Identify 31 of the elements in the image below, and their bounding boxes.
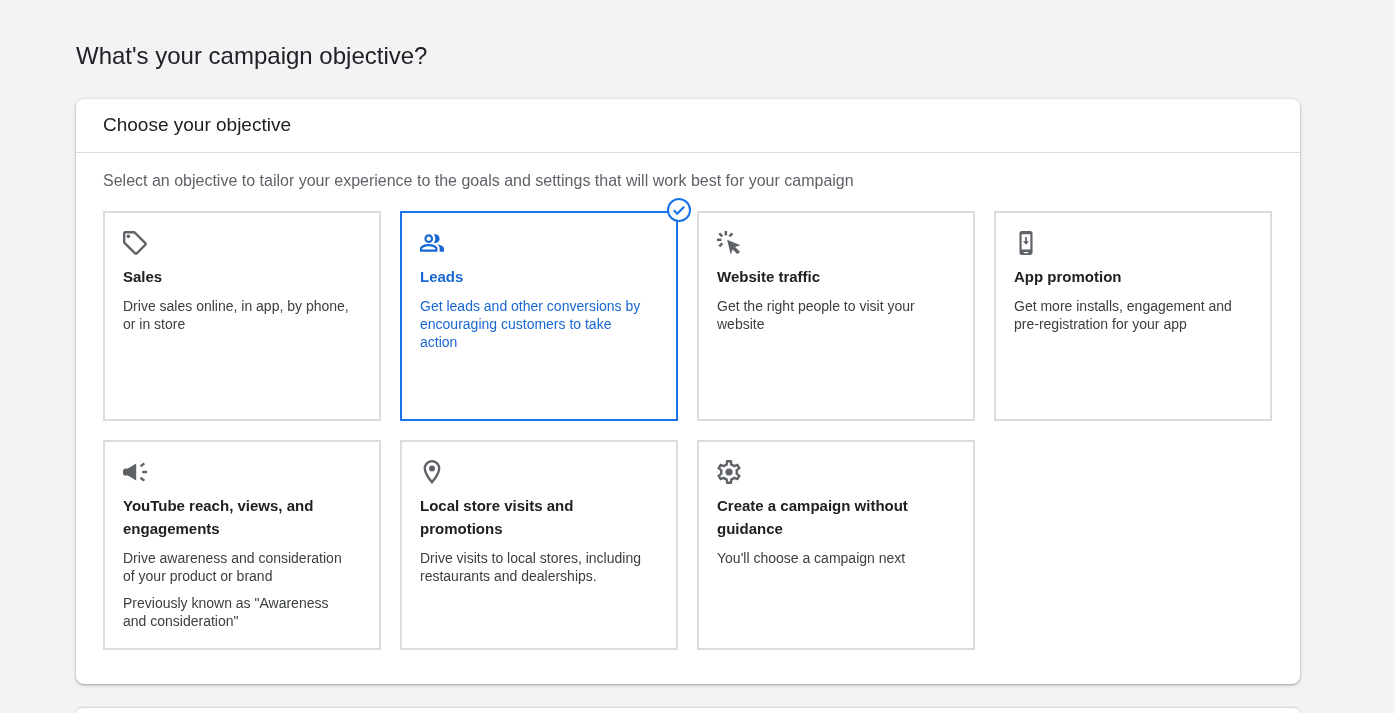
page-title: What's your campaign objective? <box>76 41 428 71</box>
objective-description: You'll choose a campaign next <box>717 549 906 567</box>
objective-tile[interactable]: Website traffic Get the right people to visit your website <box>697 211 975 421</box>
cursor-click-icon <box>717 231 741 255</box>
objective-description: Previously known as "Awareness and consideration" <box>123 594 330 630</box>
objective-description: Drive visits to local stores, including restaurants and dealerships. <box>420 549 642 585</box>
objective-title: Website traffic <box>717 267 821 287</box>
check-circle-icon <box>667 198 691 222</box>
objective-title: Sales <box>123 267 163 287</box>
people-icon <box>420 231 444 255</box>
objective-description: Drive sales online, in app, by phone, or in store <box>123 297 350 333</box>
objective-title: Local store visits and promotions <box>420 496 575 539</box>
megaphone-icon <box>123 460 147 484</box>
card-title: Choose your objective <box>103 113 291 138</box>
gear-icon <box>717 460 741 484</box>
objective-title: YouTube reach, views, and engagements <box>123 496 315 539</box>
objective-title: Leads <box>420 267 464 287</box>
objective-tile[interactable]: App promotion Get more installs, engagement and pre-registration for your app <box>994 211 1272 421</box>
objective-tile[interactable]: Create a campaign without guidance You'll choose a campaign next <box>697 440 975 650</box>
objective-description: Get more installs, engagement and pre-registration for your app <box>1014 297 1233 333</box>
objective-description: Get leads and other conversions by encouraging customers to take action <box>420 297 642 351</box>
objective-tile[interactable]: Local store visits and promotions Drive visits to local stores, including restaurants and dealerships. <box>400 440 678 650</box>
objective-tile[interactable]: YouTube reach, views, and engagements Drive awareness and consideration of your product or brand Previously known as "Awareness and consideration" <box>103 440 381 650</box>
tag-icon <box>123 231 147 255</box>
objective-description: Get the right people to visit your website <box>717 297 916 333</box>
objective-tile[interactable]: Sales Drive sales online, in app, by phone, or in store <box>103 211 381 421</box>
objective-description: Drive awareness and consideration of your product or brand <box>123 549 343 585</box>
objective-title: Create a campaign without guidance <box>717 496 909 539</box>
instructions-text: Select an objective to tailor your experience to the goals and settings that will work best for your campaign <box>103 171 854 191</box>
objective-title: App promotion <box>1014 267 1122 287</box>
objective-tile[interactable]: Leads Get leads and other conversions by encouraging customers to take action <box>400 211 678 421</box>
